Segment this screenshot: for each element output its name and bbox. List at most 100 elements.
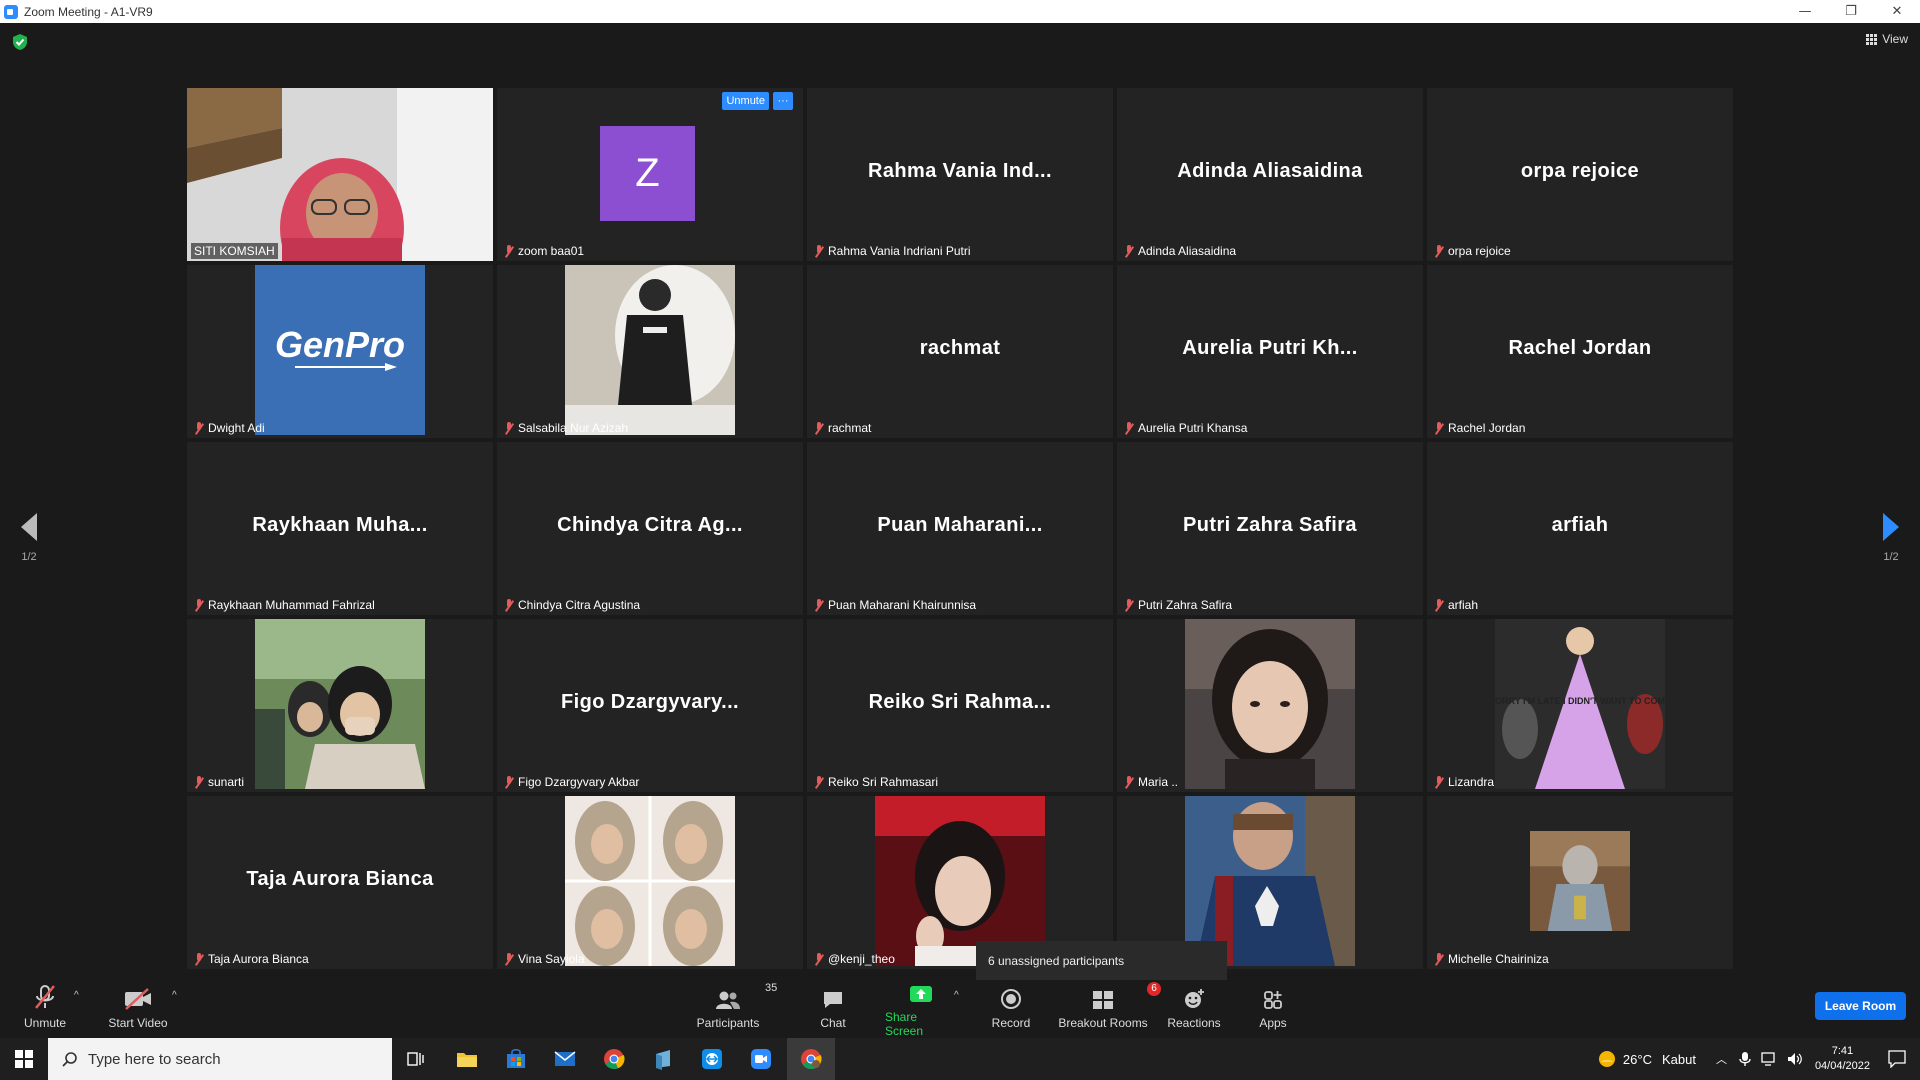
participant-tile[interactable]: Maria .. [1117, 619, 1423, 792]
mail-button[interactable] [541, 1038, 589, 1080]
weather-desc[interactable]: Kabut [1662, 1052, 1696, 1067]
breakout-rooms-button[interactable]: 6 Breakout Rooms [1058, 980, 1161, 1038]
participant-tile[interactable]: Chindya Citra Ag... Chindya Citra Agusti… [497, 442, 803, 615]
participants-button[interactable]: 35 Participants [693, 980, 778, 1038]
muted-mic-icon [194, 952, 204, 966]
window-title: Zoom Meeting - A1-VR9 [24, 4, 153, 19]
breakout-rooms-label: Breakout Rooms [1058, 1016, 1148, 1030]
participant-tile[interactable]: Puan Maharani... Puan Maharani Khairunni… [807, 442, 1113, 615]
participant-tile[interactable]: Z Unmute ··· zoom baa01 [497, 88, 803, 261]
participant-name: Michelle Chairiniza [1431, 951, 1552, 967]
chevron-up-icon[interactable]: ︿ [1716, 1051, 1727, 1067]
participant-display-name: Aurelia Putri Kh... [1182, 337, 1358, 359]
muted-mic-icon [1124, 421, 1134, 435]
audio-options-caret[interactable]: ^ [74, 990, 79, 1001]
participant-tile[interactable]: Adinda Aliasaidina Adinda Aliasaidina [1117, 88, 1423, 261]
participant-name: Putri Zahra Safira [1121, 597, 1235, 613]
file-explorer-button[interactable] [443, 1038, 491, 1080]
teamviewer-button[interactable] [688, 1038, 736, 1080]
meeting-area: View 1/2 1/2 SITI KOMSIAH Z Unmute ··· z… [0, 23, 1920, 986]
participant-tile[interactable]: Reiko Sri Rahma... Reiko Sri Rahmasari [807, 619, 1113, 792]
view-button[interactable]: View [1866, 32, 1908, 46]
chat-icon [824, 992, 842, 1008]
participant-name: Rahma Vania Indriani Putri [811, 243, 974, 259]
chrome-active-button[interactable] [787, 1038, 835, 1080]
app-button[interactable] [639, 1038, 687, 1080]
clock[interactable]: 7:41 04/04/2022 [1815, 1044, 1870, 1074]
chrome-icon [604, 1049, 625, 1069]
zoom-taskbar-button[interactable] [737, 1038, 785, 1080]
participant-tile[interactable]: SITI KOMSIAH [187, 88, 493, 261]
notifications-icon[interactable] [1888, 1050, 1906, 1068]
network-icon[interactable] [1761, 1052, 1777, 1066]
participant-tile[interactable]: Salsabila Nur Azizah [497, 265, 803, 438]
shield-check-icon[interactable] [12, 33, 28, 51]
chat-button[interactable]: Chat [816, 980, 850, 1038]
leave-room-button[interactable]: Leave Room [1815, 992, 1906, 1020]
participant-display-name: arfiah [1551, 514, 1609, 536]
chrome-button[interactable] [590, 1038, 638, 1080]
minimize-button[interactable]: — [1782, 0, 1828, 23]
participant-display-name: Adinda Aliasaidina [1177, 160, 1363, 182]
participant-tile[interactable]: orpa rejoice orpa rejoice [1427, 88, 1733, 261]
participants-count: 35 [765, 982, 778, 994]
participant-tile[interactable]: sunarti [187, 619, 493, 792]
participant-name: Figo Dzargyvary Akbar [501, 774, 642, 790]
share-options-caret[interactable]: ^ [954, 990, 959, 1001]
mail-icon [554, 1051, 576, 1066]
volume-icon[interactable] [1787, 1052, 1803, 1066]
folder-icon [457, 1053, 477, 1067]
unmute-button[interactable]: Unmute [22, 980, 68, 1038]
participant-tile[interactable]: rachmat rachmat [807, 265, 1113, 438]
genpro-logo-text: GenPro [275, 324, 405, 365]
participant-name: Adinda Aliasaidina [1121, 243, 1239, 259]
participant-tile[interactable]: Putri Zahra Safira Putri Zahra Safira [1117, 442, 1423, 615]
participant-tile[interactable]: Aurelia Putri Kh... Aurelia Putri Khansa [1117, 265, 1423, 438]
start-video-button[interactable]: Start Video [105, 980, 171, 1038]
participant-display-name: orpa rejoice [1520, 160, 1640, 182]
participant-tile[interactable]: Taja Aurora Bianca Taja Aurora Bianca [187, 796, 493, 969]
participant-photo [565, 265, 735, 435]
restore-button[interactable]: ❐ [1828, 0, 1874, 23]
participant-tile[interactable]: Michelle Chairiniza [1427, 796, 1733, 969]
participants-icon [716, 991, 740, 1009]
video-options-caret[interactable]: ^ [172, 990, 177, 1001]
meeting-toolbar: Unmute ^ Start Video ^ 35 Participants C… [0, 980, 1920, 1038]
zoom-icon [751, 1049, 771, 1069]
microsoft-store-button[interactable] [492, 1038, 540, 1080]
teamviewer-icon [702, 1049, 722, 1069]
reactions-button[interactable]: Reactions [1167, 980, 1221, 1038]
participant-tile[interactable]: Rahma Vania Ind... Rahma Vania Indriani … [807, 88, 1113, 261]
participant-name: Maria .. [1121, 774, 1181, 790]
apps-button[interactable]: Apps [1257, 980, 1289, 1038]
task-view-button[interactable] [392, 1038, 440, 1080]
microphone-tray-icon[interactable] [1739, 1051, 1751, 1067]
participant-name: Salsabila Nur Azizah [501, 420, 631, 436]
participant-tile[interactable]: Rachel Jordan Rachel Jordan [1427, 265, 1733, 438]
muted-mic-icon [504, 244, 514, 258]
record-button[interactable]: Record [991, 980, 1031, 1038]
participant-tile[interactable]: Raykhaan Muha... Raykhaan Muhammad Fahri… [187, 442, 493, 615]
unmute-participant-button[interactable]: Unmute [722, 92, 769, 110]
windows-start-button[interactable] [0, 1038, 48, 1080]
share-screen-button[interactable]: Share Screen [885, 980, 957, 1038]
unmute-label: Unmute [23, 1016, 67, 1030]
participant-tile[interactable]: Figo Dzargyvary... Figo Dzargyvary Akbar [497, 619, 803, 792]
participant-tile[interactable]: Vina Sayiola [497, 796, 803, 969]
window-titlebar: Zoom Meeting - A1-VR9 — ❐ ✕ [0, 0, 1920, 23]
participant-tile[interactable]: GenPro Dwight Adi [187, 265, 493, 438]
participant-name: Lizandra [1431, 774, 1497, 790]
apps-icon [1264, 991, 1282, 1009]
arrow-left-icon [21, 513, 37, 541]
participant-tile[interactable]: arfiah arfiah [1427, 442, 1733, 615]
participant-tile[interactable]: SORRY I'M LATE I DIDN'T WANT TO COME Liz… [1427, 619, 1733, 792]
next-page-button[interactable]: 1/2 [1876, 513, 1906, 563]
muted-mic-icon [814, 952, 824, 966]
more-options-button[interactable]: ··· [773, 92, 793, 110]
clock-time: 7:41 [1831, 1045, 1854, 1057]
taskbar-search-box[interactable]: Type here to search [48, 1038, 392, 1080]
task-view-icon [407, 1052, 424, 1066]
close-button[interactable]: ✕ [1874, 0, 1920, 23]
breakout-rooms-badge: 6 [1147, 982, 1161, 996]
previous-page-button[interactable]: 1/2 [14, 513, 44, 563]
